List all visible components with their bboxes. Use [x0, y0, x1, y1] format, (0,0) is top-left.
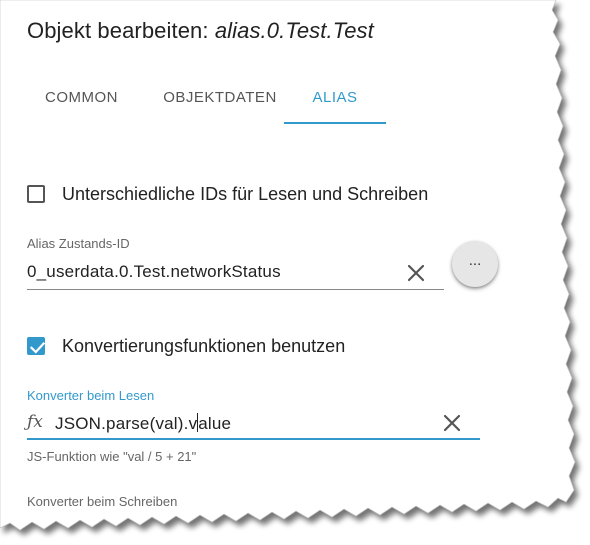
- read-converter-value-end: alue: [198, 414, 232, 433]
- use-conversion-label: Konvertierungsfunktionen benutzen: [62, 335, 346, 356]
- tab-bar: COMMON OBJEKTDATEN ALIAS: [27, 72, 427, 126]
- browse-state-button[interactable]: ...: [452, 241, 498, 287]
- fx-icon: ƒx: [27, 412, 43, 432]
- write-converter-label: Konverter beim Schreiben: [27, 494, 178, 509]
- separate-ids-label: Unterschiedliche IDs für Lesen und Schre…: [62, 183, 429, 204]
- read-converter-helper: JS-Funktion wie "val / 5 + 21": [27, 449, 197, 464]
- separate-ids-checkbox[interactable]: [27, 185, 45, 203]
- screenshot-canvas: Objekt bearbeiten: alias.0.Test.Test COM…: [0, 0, 590, 545]
- dialog-title: Objekt bearbeiten: alias.0.Test.Test: [27, 18, 374, 44]
- dialog-title-prefix: Objekt bearbeiten:: [27, 18, 209, 43]
- read-converter-input[interactable]: JSON.parse(val).value: [55, 413, 231, 434]
- read-converter-underline: [27, 438, 480, 440]
- state-id-label: Alias Zustands-ID: [27, 236, 130, 251]
- state-id-clear-button[interactable]: [405, 262, 427, 284]
- read-converter-label: Konverter beim Lesen: [27, 388, 155, 403]
- read-converter-value-start: JSON.parse(val).v: [55, 414, 198, 433]
- tab-common[interactable]: COMMON: [27, 72, 137, 124]
- dialog-object-id: alias.0.Test.Test: [214, 18, 374, 43]
- use-conversion-checkbox-row[interactable]: Konvertierungsfunktionen benutzen: [27, 334, 345, 358]
- close-icon: [443, 414, 461, 432]
- separate-ids-checkbox-row[interactable]: Unterschiedliche IDs für Lesen und Schre…: [27, 182, 428, 206]
- use-conversion-checkbox[interactable]: [27, 337, 46, 355]
- tab-objektdaten[interactable]: OBJEKTDATEN: [145, 72, 295, 124]
- close-icon: [407, 264, 425, 282]
- state-id-underline: [27, 289, 444, 290]
- state-id-input[interactable]: 0_userdata.0.Test.networkStatus: [27, 262, 281, 282]
- check-icon: [29, 342, 46, 354]
- tab-alias[interactable]: ALIAS: [284, 72, 386, 124]
- tab-active-indicator: [284, 122, 386, 124]
- read-converter-clear-button[interactable]: [441, 412, 463, 434]
